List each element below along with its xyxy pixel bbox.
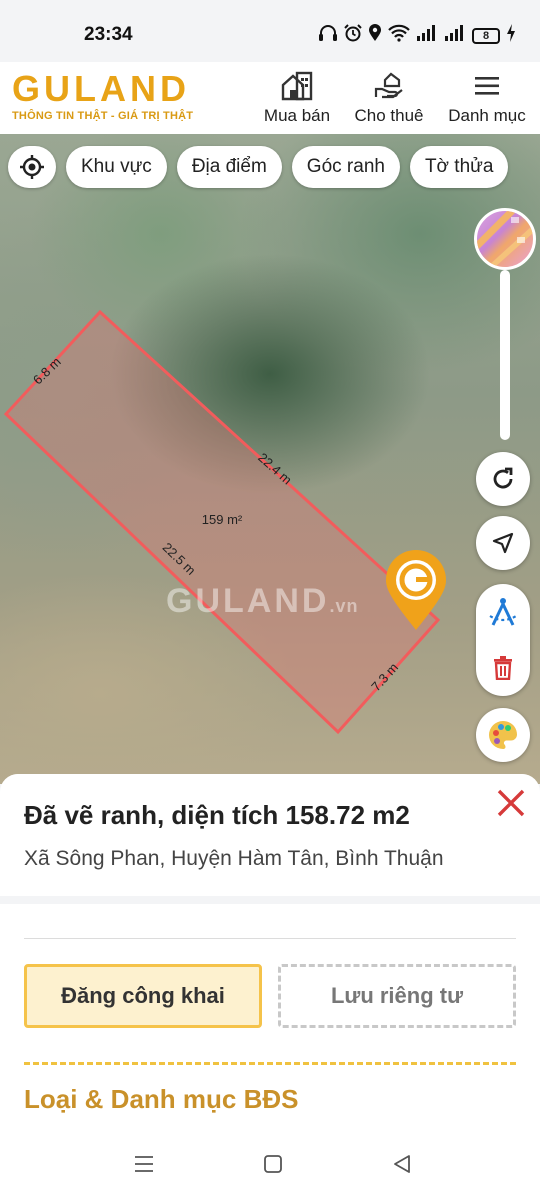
nav-mua-ban[interactable]: Mua bán (262, 70, 332, 126)
opacity-slider[interactable] (500, 270, 510, 440)
section-title-category: Loại & Danh mục BĐS (24, 1084, 299, 1114)
status-icons: 8 (318, 24, 516, 47)
back-button[interactable] (392, 1154, 412, 1179)
chip-goc-ranh[interactable]: Góc ranh (291, 146, 400, 188)
navigate-button[interactable] (476, 516, 530, 570)
refresh-button[interactable] (476, 452, 530, 506)
refresh-icon (493, 467, 513, 489)
nav-label: Mua bán (263, 106, 331, 125)
map-watermark: GULAND.vn (166, 582, 358, 621)
navigation-arrow-icon (492, 532, 514, 554)
chip-dia-diem[interactable]: Địa điểm (176, 146, 282, 188)
building-icon (262, 70, 332, 102)
menu-icon (446, 70, 528, 102)
status-bar: 23:34 8 (0, 0, 540, 62)
nav-danh-muc[interactable]: Danh mục (446, 70, 528, 126)
nav-label: Danh mục (448, 106, 526, 125)
compass-draw-icon (489, 598, 517, 626)
color-palette-button[interactable] (476, 708, 530, 762)
publish-public-button[interactable]: Đăng công khai (24, 964, 262, 1028)
close-button[interactable] (494, 786, 528, 820)
hand-house-icon (354, 70, 424, 102)
crosshair-icon (20, 155, 44, 179)
watermark-text: GULAND (166, 582, 330, 620)
map-view[interactable]: 6.8 m 22.4 m 22.5 m 7.3 m 159 m² GULAND.… (0, 134, 540, 784)
app-header: GULAND THÔNG TIN THẬT - GIÁ TRỊ THẬT Mua… (0, 62, 540, 134)
filter-chip-row: Khu vực Địa điểm Góc ranh Tờ thửa (8, 146, 509, 188)
close-icon (497, 789, 525, 817)
logo-text: GULAND (12, 68, 190, 109)
palette-icon (489, 721, 517, 749)
wifi-icon (388, 24, 410, 47)
plot-overlay[interactable]: 6.8 m 22.4 m 22.5 m 7.3 m 159 m² (0, 134, 540, 784)
alarm-icon (344, 24, 362, 47)
sheet-title: Đã vẽ ranh, diện tích 158.72 m2 (24, 800, 410, 830)
area-label: 159 m² (202, 512, 243, 527)
layer-preview-icon (477, 211, 533, 267)
map-layer-thumbnail[interactable] (474, 208, 536, 270)
section-divider (24, 1062, 516, 1065)
system-nav-bar (0, 1132, 540, 1200)
headphones-icon (318, 24, 338, 47)
locate-button[interactable] (8, 146, 56, 188)
recents-icon (135, 1156, 153, 1172)
recent-apps-button[interactable] (134, 1154, 154, 1179)
draw-compass-button[interactable] (476, 584, 530, 640)
home-icon (264, 1155, 282, 1173)
watermark-suffix: .vn (329, 596, 359, 616)
charging-icon (506, 24, 516, 47)
save-private-button[interactable]: Lưu riêng tư (278, 964, 516, 1028)
logo-tagline: THÔNG TIN THẬT - GIÁ TRỊ THẬT (12, 110, 194, 122)
chip-to-thua[interactable]: Tờ thửa (409, 146, 509, 188)
home-button[interactable] (263, 1154, 283, 1179)
sheet-header: Đã vẽ ranh, diện tích 158.72 m2 Xã Sông … (0, 774, 540, 896)
status-time: 23:34 (84, 24, 133, 45)
draw-tools-group (476, 584, 530, 696)
location-pin-icon (368, 24, 382, 47)
signal-icon-2 (444, 24, 466, 47)
delete-button[interactable] (476, 640, 530, 696)
chip-khu-vuc[interactable]: Khu vực (66, 146, 167, 188)
divider (24, 938, 516, 939)
battery-icon: 8 (472, 27, 500, 44)
trash-icon (494, 656, 512, 680)
nav-label: Cho thuê (354, 106, 424, 125)
nav-cho-thue[interactable]: Cho thuê (354, 70, 424, 126)
guland-logo[interactable]: GULAND THÔNG TIN THẬT - GIÁ TRỊ THẬT (12, 68, 194, 123)
plot-address: Xã Sông Phan, Huyện Hàm Tân, Bình Thuận (24, 847, 444, 870)
signal-icon-1 (416, 24, 438, 47)
back-icon (394, 1155, 410, 1173)
